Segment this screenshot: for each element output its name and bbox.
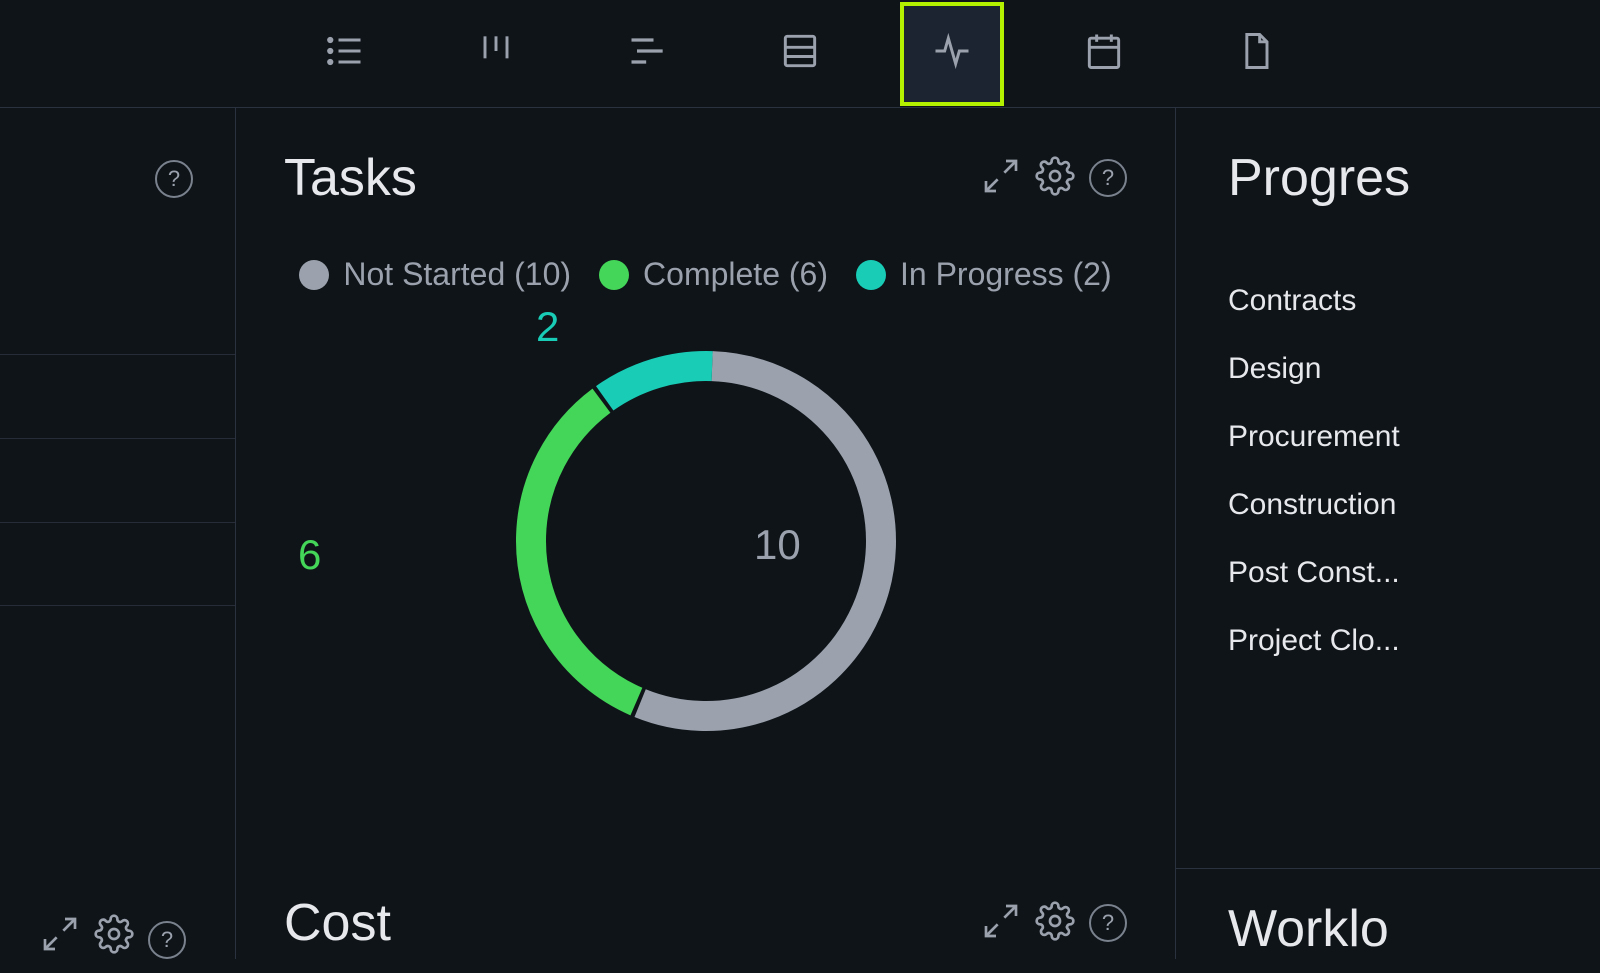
legend-item-complete[interactable]: Complete (6)	[599, 256, 828, 293]
progress-title: Progres	[1228, 148, 1600, 208]
legend-dot	[856, 260, 886, 290]
progress-card: Progres Contracts Design Procurement Con…	[1176, 108, 1600, 959]
calendar-view-button[interactable]	[1054, 4, 1154, 104]
legend-dot	[299, 260, 329, 290]
settings-button[interactable]	[1035, 156, 1075, 201]
settings-button[interactable]	[94, 914, 134, 959]
calendar-view-icon	[1082, 29, 1126, 78]
document-view-button[interactable]	[1206, 4, 1306, 104]
legend-dot	[599, 260, 629, 290]
gear-icon	[94, 914, 134, 959]
table-view-button[interactable]	[750, 4, 850, 104]
tasks-title: Tasks	[284, 148, 417, 208]
sidebar-row[interactable]	[0, 354, 235, 438]
progress-item[interactable]: Design	[1228, 352, 1600, 386]
progress-item[interactable]: Post Const...	[1228, 556, 1600, 590]
tasks-card: Tasks ?	[236, 108, 1175, 853]
gantt-view-icon	[626, 29, 670, 78]
progress-item[interactable]: Construction	[1228, 488, 1600, 522]
donut-label-in-progress: 2	[536, 303, 559, 351]
activity-view-button[interactable]	[902, 4, 1002, 104]
gear-icon	[1035, 901, 1075, 946]
sidebar-rows	[0, 354, 235, 606]
expand-button[interactable]	[981, 156, 1021, 201]
document-view-icon	[1234, 29, 1278, 78]
cost-title: Cost	[284, 893, 391, 953]
expand-icon	[981, 901, 1021, 946]
sidebar-row[interactable]	[0, 438, 235, 522]
expand-icon	[40, 914, 80, 959]
legend-label: Not Started (10)	[343, 256, 571, 293]
main-content: ? ? Tasks	[0, 108, 1600, 959]
legend-label: Complete (6)	[643, 256, 828, 293]
donut-label-not-started: 10	[754, 521, 801, 569]
cost-card: Cost ?	[236, 853, 1175, 973]
help-button[interactable]: ?	[1089, 904, 1127, 942]
help-button[interactable]: ?	[148, 921, 186, 959]
legend-item-not-started[interactable]: Not Started (10)	[299, 256, 571, 293]
expand-icon	[981, 156, 1021, 201]
progress-item[interactable]: Project Clo...	[1228, 624, 1600, 658]
legend-label: In Progress (2)	[900, 256, 1112, 293]
board-view-icon	[474, 29, 518, 78]
expand-button[interactable]	[40, 914, 80, 959]
help-button[interactable]: ?	[155, 160, 193, 198]
list-view-button[interactable]	[294, 4, 394, 104]
legend-item-in-progress[interactable]: In Progress (2)	[856, 256, 1112, 293]
donut-label-complete: 6	[298, 531, 321, 579]
gantt-view-button[interactable]	[598, 4, 698, 104]
table-view-icon	[778, 29, 822, 78]
activity-view-icon	[930, 29, 974, 78]
sidebar-row[interactable]	[0, 522, 235, 606]
left-sidebar: ? ?	[0, 108, 236, 959]
board-view-button[interactable]	[446, 4, 546, 104]
workload-title: Worklo	[1228, 899, 1600, 959]
center-column: Tasks ?	[236, 108, 1176, 959]
expand-button[interactable]	[981, 901, 1021, 946]
tasks-donut-chart: 2 6 10	[284, 311, 1127, 751]
progress-item[interactable]: Contracts	[1228, 284, 1600, 318]
top-toolbar	[0, 0, 1600, 108]
list-view-icon	[322, 29, 366, 78]
tasks-legend: Not Started (10) Complete (6) In Progres…	[284, 256, 1127, 293]
progress-list: Contracts Design Procurement Constructio…	[1228, 284, 1600, 658]
gear-icon	[1035, 156, 1075, 201]
help-button[interactable]: ?	[1089, 159, 1127, 197]
settings-button[interactable]	[1035, 901, 1075, 946]
progress-item[interactable]: Procurement	[1228, 420, 1600, 454]
